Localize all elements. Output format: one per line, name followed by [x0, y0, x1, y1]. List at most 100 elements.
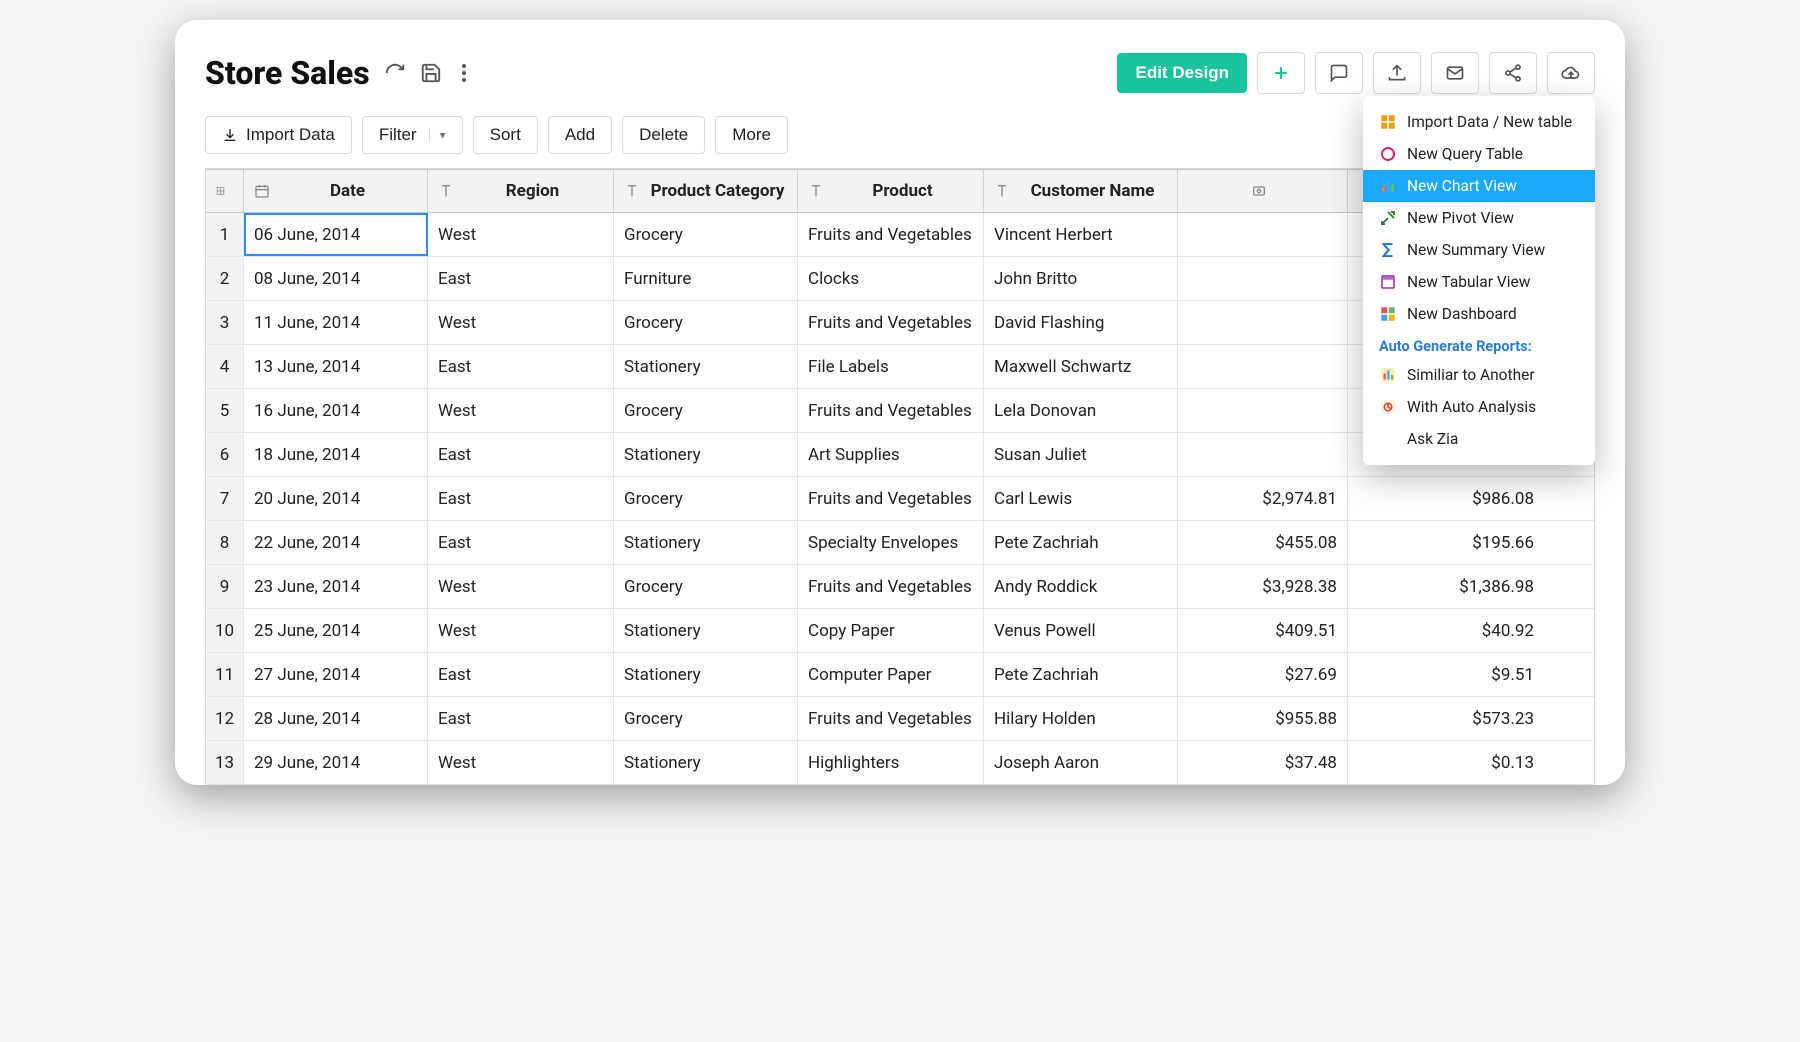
- cell-cost[interactable]: $0.13: [1348, 741, 1544, 784]
- row-index[interactable]: 9: [206, 565, 244, 608]
- cell-sales[interactable]: [1178, 301, 1348, 344]
- cell-region[interactable]: West: [428, 741, 614, 784]
- cell-region[interactable]: West: [428, 301, 614, 344]
- cell-product-category[interactable]: Stationery: [614, 609, 798, 652]
- cell-region[interactable]: West: [428, 609, 614, 652]
- cell-product[interactable]: Fruits and Vegetables: [798, 697, 984, 740]
- cell-product-category[interactable]: Grocery: [614, 697, 798, 740]
- cell-product[interactable]: Fruits and Vegetables: [798, 565, 984, 608]
- cell-region[interactable]: West: [428, 213, 614, 256]
- row-index[interactable]: 7: [206, 477, 244, 520]
- cell-sales[interactable]: $37.48: [1178, 741, 1348, 784]
- cell-product-category[interactable]: Grocery: [614, 389, 798, 432]
- cell-region[interactable]: East: [428, 521, 614, 564]
- table-row[interactable]: 720 June, 2014EastGroceryFruits and Vege…: [206, 477, 1594, 521]
- cell-sales[interactable]: [1178, 433, 1348, 476]
- cell-customer[interactable]: Susan Juliet: [984, 433, 1178, 476]
- cell-cost[interactable]: $195.66: [1348, 521, 1544, 564]
- cell-product-category[interactable]: Stationery: [614, 345, 798, 388]
- cell-date[interactable]: 16 June, 2014: [244, 389, 428, 432]
- cell-product[interactable]: Computer Paper: [798, 653, 984, 696]
- save-icon[interactable]: [420, 62, 442, 84]
- kebab-icon[interactable]: [456, 62, 472, 84]
- cell-customer[interactable]: Lela Donovan: [984, 389, 1178, 432]
- cell-customer[interactable]: Carl Lewis: [984, 477, 1178, 520]
- cell-product[interactable]: Fruits and Vegetables: [798, 301, 984, 344]
- table-row[interactable]: 923 June, 2014WestGroceryFruits and Vege…: [206, 565, 1594, 609]
- export-icon[interactable]: [1373, 52, 1421, 94]
- cell-cost[interactable]: $986.08: [1348, 477, 1544, 520]
- cell-region[interactable]: East: [428, 257, 614, 300]
- col-customer[interactable]: Customer Name: [984, 170, 1178, 212]
- cell-product[interactable]: Highlighters: [798, 741, 984, 784]
- cell-sales[interactable]: $955.88: [1178, 697, 1348, 740]
- row-index[interactable]: 8: [206, 521, 244, 564]
- col-region[interactable]: Region: [428, 170, 614, 212]
- cell-product-category[interactable]: Grocery: [614, 301, 798, 344]
- menu-new-pivot[interactable]: New Pivot View: [1363, 202, 1595, 234]
- menu-ask-zia[interactable]: Ask Zia: [1363, 423, 1595, 455]
- cell-product[interactable]: Fruits and Vegetables: [798, 477, 984, 520]
- cell-date[interactable]: 23 June, 2014: [244, 565, 428, 608]
- cell-customer[interactable]: John Britto: [984, 257, 1178, 300]
- menu-new-query[interactable]: New Query Table: [1363, 138, 1595, 170]
- cell-region[interactable]: West: [428, 389, 614, 432]
- row-index[interactable]: 13: [206, 741, 244, 784]
- table-row[interactable]: 822 June, 2014EastStationerySpecialty En…: [206, 521, 1594, 565]
- cell-date[interactable]: 20 June, 2014: [244, 477, 428, 520]
- cell-customer[interactable]: Vincent Herbert: [984, 213, 1178, 256]
- menu-import-data[interactable]: Import Data / New table: [1363, 106, 1595, 138]
- row-index[interactable]: 1: [206, 213, 244, 256]
- cell-date[interactable]: 13 June, 2014: [244, 345, 428, 388]
- cell-product[interactable]: Copy Paper: [798, 609, 984, 652]
- menu-new-chart[interactable]: New Chart View: [1363, 170, 1595, 202]
- cell-date[interactable]: 06 June, 2014: [244, 213, 428, 256]
- filter-button[interactable]: Filter ▾: [362, 116, 463, 154]
- cell-product[interactable]: File Labels: [798, 345, 984, 388]
- cell-customer[interactable]: Joseph Aaron: [984, 741, 1178, 784]
- cell-cost[interactable]: $573.23: [1348, 697, 1544, 740]
- table-row[interactable]: 1127 June, 2014EastStationeryComputer Pa…: [206, 653, 1594, 697]
- row-index[interactable]: 10: [206, 609, 244, 652]
- cell-customer[interactable]: Maxwell Schwartz: [984, 345, 1178, 388]
- cell-date[interactable]: 08 June, 2014: [244, 257, 428, 300]
- add-button[interactable]: [1257, 52, 1305, 94]
- sort-button[interactable]: Sort: [473, 116, 538, 154]
- cell-region[interactable]: East: [428, 477, 614, 520]
- cell-product-category[interactable]: Stationery: [614, 521, 798, 564]
- cell-cost[interactable]: $1,386.98: [1348, 565, 1544, 608]
- cell-customer[interactable]: Pete Zachriah: [984, 521, 1178, 564]
- cell-product-category[interactable]: Stationery: [614, 433, 798, 476]
- more-button[interactable]: More: [715, 116, 788, 154]
- cell-customer[interactable]: Pete Zachriah: [984, 653, 1178, 696]
- cell-product[interactable]: Fruits and Vegetables: [798, 389, 984, 432]
- col-product[interactable]: Product: [798, 170, 984, 212]
- refresh-icon[interactable]: [384, 62, 406, 84]
- table-row[interactable]: 1228 June, 2014EastGroceryFruits and Veg…: [206, 697, 1594, 741]
- cell-region[interactable]: East: [428, 653, 614, 696]
- cell-sales[interactable]: [1178, 257, 1348, 300]
- cell-customer[interactable]: Andy Roddick: [984, 565, 1178, 608]
- col-product-category[interactable]: Product Category: [614, 170, 798, 212]
- cell-date[interactable]: 28 June, 2014: [244, 697, 428, 740]
- cell-sales[interactable]: $27.69: [1178, 653, 1348, 696]
- row-indicator-header[interactable]: [206, 170, 244, 212]
- menu-new-tabular[interactable]: New Tabular View: [1363, 266, 1595, 298]
- cell-date[interactable]: 11 June, 2014: [244, 301, 428, 344]
- cell-sales[interactable]: $455.08: [1178, 521, 1348, 564]
- add-row-button[interactable]: Add: [548, 116, 612, 154]
- cell-region[interactable]: East: [428, 697, 614, 740]
- cell-product-category[interactable]: Furniture: [614, 257, 798, 300]
- cell-region[interactable]: West: [428, 565, 614, 608]
- cell-date[interactable]: 22 June, 2014: [244, 521, 428, 564]
- cell-product-category[interactable]: Grocery: [614, 565, 798, 608]
- menu-new-summary[interactable]: New Summary View: [1363, 234, 1595, 266]
- cell-product[interactable]: Art Supplies: [798, 433, 984, 476]
- menu-auto-analysis[interactable]: With Auto Analysis: [1363, 391, 1595, 423]
- cell-sales[interactable]: [1178, 213, 1348, 256]
- table-row[interactable]: 1025 June, 2014WestStationeryCopy PaperV…: [206, 609, 1594, 653]
- comment-icon[interactable]: [1315, 52, 1363, 94]
- edit-design-button[interactable]: Edit Design: [1117, 53, 1247, 93]
- cell-sales[interactable]: [1178, 345, 1348, 388]
- cell-sales[interactable]: $409.51: [1178, 609, 1348, 652]
